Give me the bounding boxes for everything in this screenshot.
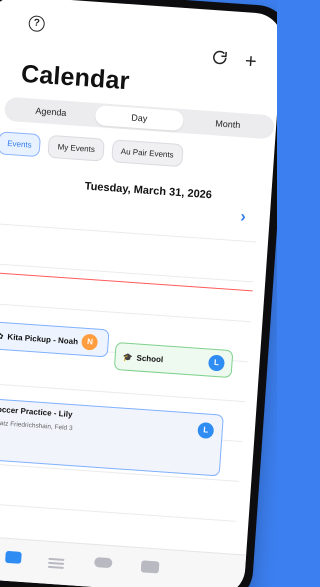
list-tab-icon[interactable] [48,557,65,561]
kita-icon: ✿ [0,331,4,341]
person-badge: N [81,333,99,351]
stage: ? + Calendar Agenda Day Month Events My … [0,0,277,587]
app-screen: ? + Calendar Agenda Day Month Events My … [0,0,277,587]
grid-line [0,262,254,283]
current-time-line [0,271,253,292]
segment-day[interactable]: Day [94,104,185,132]
person-badge: L [207,354,226,372]
filter-chips: Events My Events Au Pair Events [0,131,184,168]
event-school[interactable]: 🎓 School L [113,341,234,379]
event-soccer-practice[interactable]: Soccer Practice - Lily rtplatz Friedrich… [0,397,224,477]
shopping-tab-icon[interactable] [93,557,113,569]
segment-agenda[interactable]: Agenda [6,99,96,125]
selected-date: Tuesday, March 31, 2026 [84,180,213,202]
grid-line [0,501,237,522]
grid-line [0,382,245,403]
add-icon[interactable]: + [244,50,257,74]
settings-tab-icon[interactable] [140,560,160,574]
top-actions: + [210,48,257,74]
segment-month[interactable]: Month [183,111,273,137]
event-kita-pickup[interactable]: ✿ Kita Pickup - Noah N [0,321,110,358]
event-title: Kita Pickup - Noah [7,331,79,346]
view-segmented-control: Agenda Day Month [3,96,275,140]
page-title: Calendar [20,59,131,96]
refresh-icon[interactable] [210,48,230,72]
filter-my-events[interactable]: My Events [47,134,105,162]
school-icon: 🎓 [122,351,133,362]
grid-line [0,302,251,323]
grid-line [0,222,257,243]
event-title: School [136,352,164,364]
day-grid: ✿ Kita Pickup - Noah N 🎓 School L Soccer… [0,205,257,563]
filter-au-pair-events[interactable]: Au Pair Events [111,139,184,168]
calendar-tab-icon[interactable] [5,550,22,564]
help-icon[interactable]: ? [28,15,46,33]
phone-frame: ? + Calendar Agenda Day Month Events My … [0,0,277,587]
filter-events[interactable]: Events [0,131,42,158]
